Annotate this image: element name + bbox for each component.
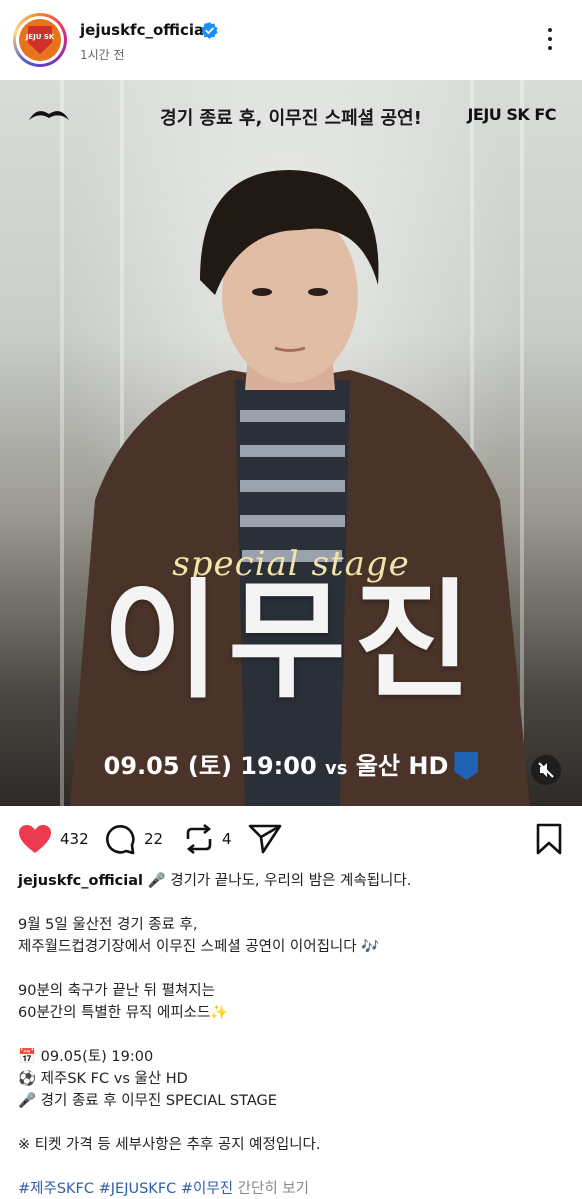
match-date: 09.05 (토) 19:00 — [103, 752, 317, 780]
comment-count: 22 — [144, 830, 164, 848]
caption-line: ※ 티켓 가격 등 세부사항은 추후 공지 예정입니다. — [18, 1137, 321, 1153]
artist-name: 이무진 — [102, 567, 480, 716]
ulsan-crest-icon — [454, 752, 479, 780]
more-options-icon[interactable] — [540, 28, 560, 54]
match-info: 09.05 (토) 19:00 vs 울산 HD — [0, 746, 582, 781]
share-icon[interactable] — [248, 823, 282, 855]
caption-line: 90분의 축구가 끝난 뒤 펼쳐지는 — [18, 983, 215, 999]
hashtag-link[interactable]: #이무진 — [181, 1181, 233, 1197]
hashtag-line: #제주SKFC #JEJUSKFC #이무진 간단히 보기 — [18, 1178, 309, 1199]
avatar[interactable]: JEJU SK — [13, 13, 67, 67]
like-count: 432 — [60, 830, 89, 848]
caption-line: 📅 09.05(토) 19:00 — [18, 1049, 154, 1065]
mute-icon[interactable] — [531, 755, 561, 785]
action-bar: 432 22 4 — [0, 806, 582, 872]
caption-line: 🎤 경기 종료 후 이무진 SPECIAL STAGE — [18, 1093, 277, 1109]
match-vs: vs — [325, 758, 348, 779]
club-logo: JEJU SK — [19, 19, 61, 61]
repost-count: 4 — [222, 830, 232, 848]
comment-group: 22 — [104, 823, 163, 855]
heart-icon[interactable] — [18, 824, 52, 854]
comment-icon[interactable] — [104, 823, 136, 855]
caption-line: 제주월드컵경기장에서 이무진 스페셜 공연이 이어집니다 🎶 — [18, 939, 380, 955]
caption-line: 60분간의 특별한 뮤직 에피소드✨ — [18, 1005, 229, 1021]
share-group — [248, 823, 282, 855]
collapse-caption-link[interactable]: 간단히 보기 — [238, 1181, 309, 1197]
like-group: 432 — [18, 823, 89, 855]
hashtag-link[interactable]: #제주SKFC — [18, 1181, 94, 1197]
avatar-logo-text: JEJU SK — [25, 33, 55, 41]
repost-icon[interactable] — [184, 823, 214, 855]
match-opponent: 울산 HD — [355, 752, 449, 780]
caption-line: ⚽ 제주SK FC vs 울산 HD — [18, 1071, 188, 1087]
username[interactable]: jejuskfc_official — [80, 21, 209, 39]
caption-username[interactable]: jejuskfc_official — [18, 873, 143, 889]
bookmark-icon[interactable] — [536, 823, 562, 855]
post-time: 1시간 전 — [80, 48, 125, 62]
hashtag-link[interactable]: #JEJUSKFC — [99, 1181, 177, 1197]
verified-badge-icon — [201, 22, 218, 39]
post-header: JEJU SK jejuskfc_official 1시간 전 — [0, 0, 582, 80]
caption-first-line: jejuskfc_official 🎤 경기가 끝나도, 우리의 밤은 계속됩니… — [18, 870, 411, 892]
image-brand: JEJU SK FC — [467, 105, 556, 124]
caption-line: 9월 5일 울산전 경기 종료 후, — [18, 917, 198, 933]
repost-group: 4 — [184, 823, 232, 855]
caption-lead: 🎤 경기가 끝나도, 우리의 밤은 계속됩니다. — [147, 873, 412, 889]
post-image[interactable]: 경기 종료 후, 이무진 스페셜 공연! JEJU SK FC special … — [0, 80, 582, 806]
